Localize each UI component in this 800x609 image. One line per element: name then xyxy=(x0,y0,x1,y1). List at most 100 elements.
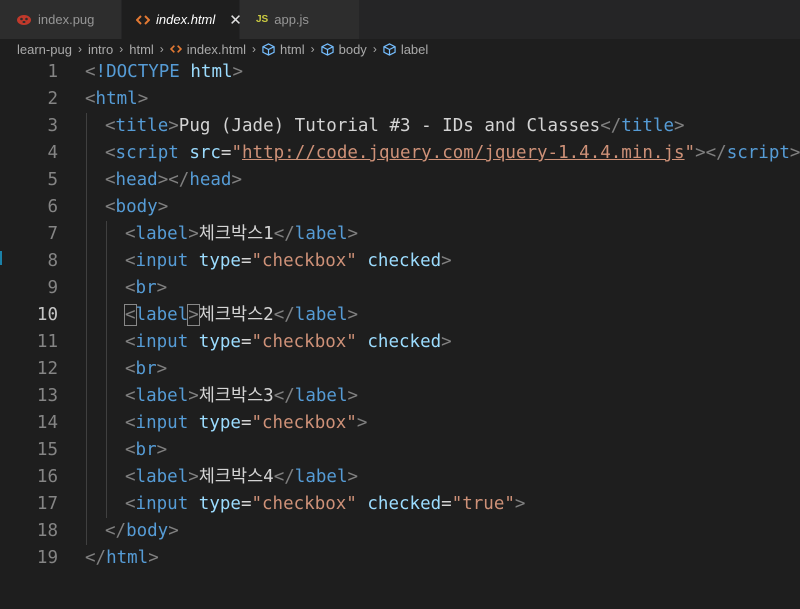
tab-index-html[interactable]: index.html ✕ xyxy=(122,0,242,39)
code-token: < xyxy=(105,170,116,190)
code-token: "checkbox" xyxy=(251,494,357,514)
cube-icon xyxy=(383,42,396,56)
breadcrumb-symbol-label-tag[interactable]: label xyxy=(383,42,428,57)
breadcrumb-file[interactable]: index.html xyxy=(169,42,246,57)
code-token: > xyxy=(347,224,359,244)
code-text: <label>체크박스1</label> xyxy=(125,221,358,248)
code-token: label xyxy=(294,224,348,244)
code-token: = xyxy=(240,494,252,514)
code-editor[interactable]: 1 <!DOCTYPE html> 2 <html> 3 <title>Pug (Jade… xyxy=(0,59,800,609)
code-line[interactable]: 1 <!DOCTYPE html> xyxy=(0,59,800,86)
code-line[interactable]: 12 <br> xyxy=(0,356,800,383)
code-token: type xyxy=(198,332,241,352)
code-text: </html> xyxy=(85,545,159,572)
code-token: checked xyxy=(367,332,442,352)
code-token: > xyxy=(156,440,168,460)
tab-app-js[interactable]: JS app.js xyxy=(240,0,360,39)
code-text: <body> xyxy=(105,194,168,221)
code-token: > xyxy=(441,332,452,352)
code-token: br xyxy=(135,359,157,379)
breadcrumb-symbol-body[interactable]: body xyxy=(320,41,367,57)
code-token: http://code.jquery.com/jquery-1.4.4.min.… xyxy=(242,143,685,163)
code-token: html xyxy=(106,548,149,568)
line-number: 15 xyxy=(36,440,58,460)
code-line[interactable]: 4 <script src="http://code.jquery.com/jqu… xyxy=(0,140,800,167)
code-token: > xyxy=(188,224,199,244)
pug-icon xyxy=(16,14,32,26)
code-token: > xyxy=(232,62,244,82)
line-number: 3 xyxy=(47,116,58,136)
breadcrumb-symbol-label: html xyxy=(280,41,305,57)
code-token: </ xyxy=(273,224,295,244)
code-token: > xyxy=(168,116,179,136)
html-icon xyxy=(136,14,150,26)
code-line[interactable]: 18 </body> xyxy=(0,518,800,545)
code-text: <br> xyxy=(125,275,167,302)
code-token: ></ xyxy=(157,170,190,190)
code-token: > xyxy=(168,521,179,541)
code-token: title xyxy=(115,116,169,136)
code-line[interactable]: 8 <input type="checkbox" checked> xyxy=(0,248,800,275)
code-token: body xyxy=(126,521,169,541)
code-token: > xyxy=(347,467,359,487)
breadcrumb-symbol-label: body xyxy=(338,41,367,57)
code-token: src xyxy=(189,143,221,163)
breadcrumb-html-folder[interactable]: html xyxy=(129,42,154,57)
code-token: </ xyxy=(85,548,107,568)
code-token: type xyxy=(198,413,241,433)
breadcrumb-symbol-html[interactable]: html xyxy=(262,42,305,57)
code-token: > xyxy=(789,143,800,163)
code-line[interactable]: 15 <br> xyxy=(0,437,800,464)
code-text: <input type="checkbox" checked> xyxy=(125,329,452,356)
chevron-right-icon: › xyxy=(310,42,315,56)
code-token: type xyxy=(198,251,241,271)
code-token: Pug (Jade) Tutorial #3 - IDs and Classes xyxy=(178,116,601,136)
code-line[interactable]: 11 <input type="checkbox" checked> xyxy=(0,329,800,356)
tab-index-pug[interactable]: index.pug xyxy=(0,0,122,39)
code-token: body xyxy=(115,197,158,217)
code-token: label xyxy=(294,386,348,406)
tab-label: index.html xyxy=(156,12,216,27)
code-token: < xyxy=(125,359,136,379)
code-token: 체크박스4 xyxy=(198,467,274,487)
code-line[interactable]: 5 <head></head> xyxy=(0,167,800,194)
breadcrumb-learn-pug[interactable]: learn-pug xyxy=(17,42,72,57)
code-token: html xyxy=(190,62,233,82)
code-line[interactable]: 7 <label>체크박스1</label> xyxy=(0,221,800,248)
code-token: script xyxy=(115,143,179,163)
chevron-right-icon: › xyxy=(77,42,82,56)
code-token: < xyxy=(85,62,96,82)
code-token: = xyxy=(240,332,252,352)
chevron-right-icon: › xyxy=(159,42,164,56)
code-line[interactable]: 16 <label>체크박스4</label> xyxy=(0,464,800,491)
code-token: </ xyxy=(600,116,622,136)
code-token: > xyxy=(188,386,199,406)
chevron-right-icon: › xyxy=(119,42,124,56)
code-token: = xyxy=(240,251,252,271)
code-line[interactable]: 9 <br> xyxy=(0,275,800,302)
code-line[interactable]: 17 <input type="checkbox" checked="true"> xyxy=(0,491,800,518)
code-token: > xyxy=(231,170,243,190)
breadcrumb-intro[interactable]: intro xyxy=(88,42,113,57)
code-line[interactable]: 13 <label>체크박스3</label> xyxy=(0,383,800,410)
code-line[interactable]: 19 </html> xyxy=(0,545,800,572)
code-line[interactable]: 14 <input type="checkbox"> xyxy=(0,410,800,437)
code-line[interactable]: 10 <label>체크박스2</label> xyxy=(0,302,800,329)
line-number: 14 xyxy=(36,413,58,433)
code-token: head xyxy=(115,170,158,190)
code-token: label xyxy=(135,467,189,487)
code-line[interactable]: 6 <body> xyxy=(0,194,800,221)
line-number: 18 xyxy=(36,521,58,541)
code-line[interactable]: 2 <html> xyxy=(0,86,800,113)
indent-guide xyxy=(86,113,87,545)
code-token: </ xyxy=(273,467,295,487)
code-token: br xyxy=(135,278,157,298)
code-line[interactable]: 3 <title>Pug (Jade) Tutorial #3 - IDs and… xyxy=(0,113,800,140)
code-token: < xyxy=(125,440,136,460)
